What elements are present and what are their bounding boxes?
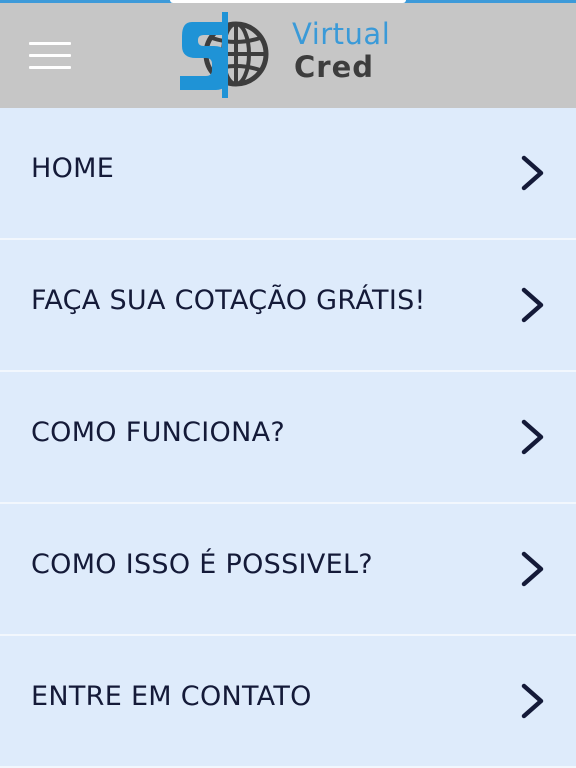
- main-menu: HOME FAÇA SUA COTAÇÃO GRÁTIS! COMO FUNCI…: [0, 108, 576, 768]
- hamburger-line: [29, 42, 71, 45]
- hamburger-line: [29, 54, 71, 57]
- hamburger-line: [29, 66, 71, 69]
- chevron-right-icon: [521, 683, 544, 719]
- chevron-right-icon: [521, 551, 544, 587]
- menu-item-label: ENTRE EM CONTATO: [31, 681, 312, 712]
- menu-item-cotacao[interactable]: FAÇA SUA COTAÇÃO GRÁTIS!: [0, 240, 576, 372]
- chevron-right-icon: [521, 155, 544, 191]
- logo-text-cred: Cred: [294, 50, 375, 84]
- chevron-right-icon: [521, 419, 544, 455]
- menu-item-como-possivel[interactable]: COMO ISSO É POSSIVEL?: [0, 504, 576, 636]
- app-header: Virtual Cred: [0, 0, 576, 108]
- menu-item-label: COMO ISSO É POSSIVEL?: [31, 549, 373, 580]
- dollar-globe-logo-icon: [180, 12, 269, 98]
- menu-item-contato[interactable]: ENTRE EM CONTATO: [0, 636, 576, 768]
- menu-item-label: COMO FUNCIONA?: [31, 417, 285, 448]
- menu-item-label: HOME: [31, 153, 115, 184]
- logo-text-virtual: Virtual: [292, 17, 391, 51]
- virtualcred-logo[interactable]: Virtual Cred: [178, 10, 418, 100]
- menu-item-label: FAÇA SUA COTAÇÃO GRÁTIS!: [31, 285, 426, 316]
- menu-item-home[interactable]: HOME: [0, 108, 576, 240]
- chevron-right-icon: [521, 287, 544, 323]
- header-accent-line: [0, 0, 576, 3]
- hamburger-menu-icon[interactable]: [29, 42, 71, 70]
- menu-item-como-funciona[interactable]: COMO FUNCIONA?: [0, 372, 576, 504]
